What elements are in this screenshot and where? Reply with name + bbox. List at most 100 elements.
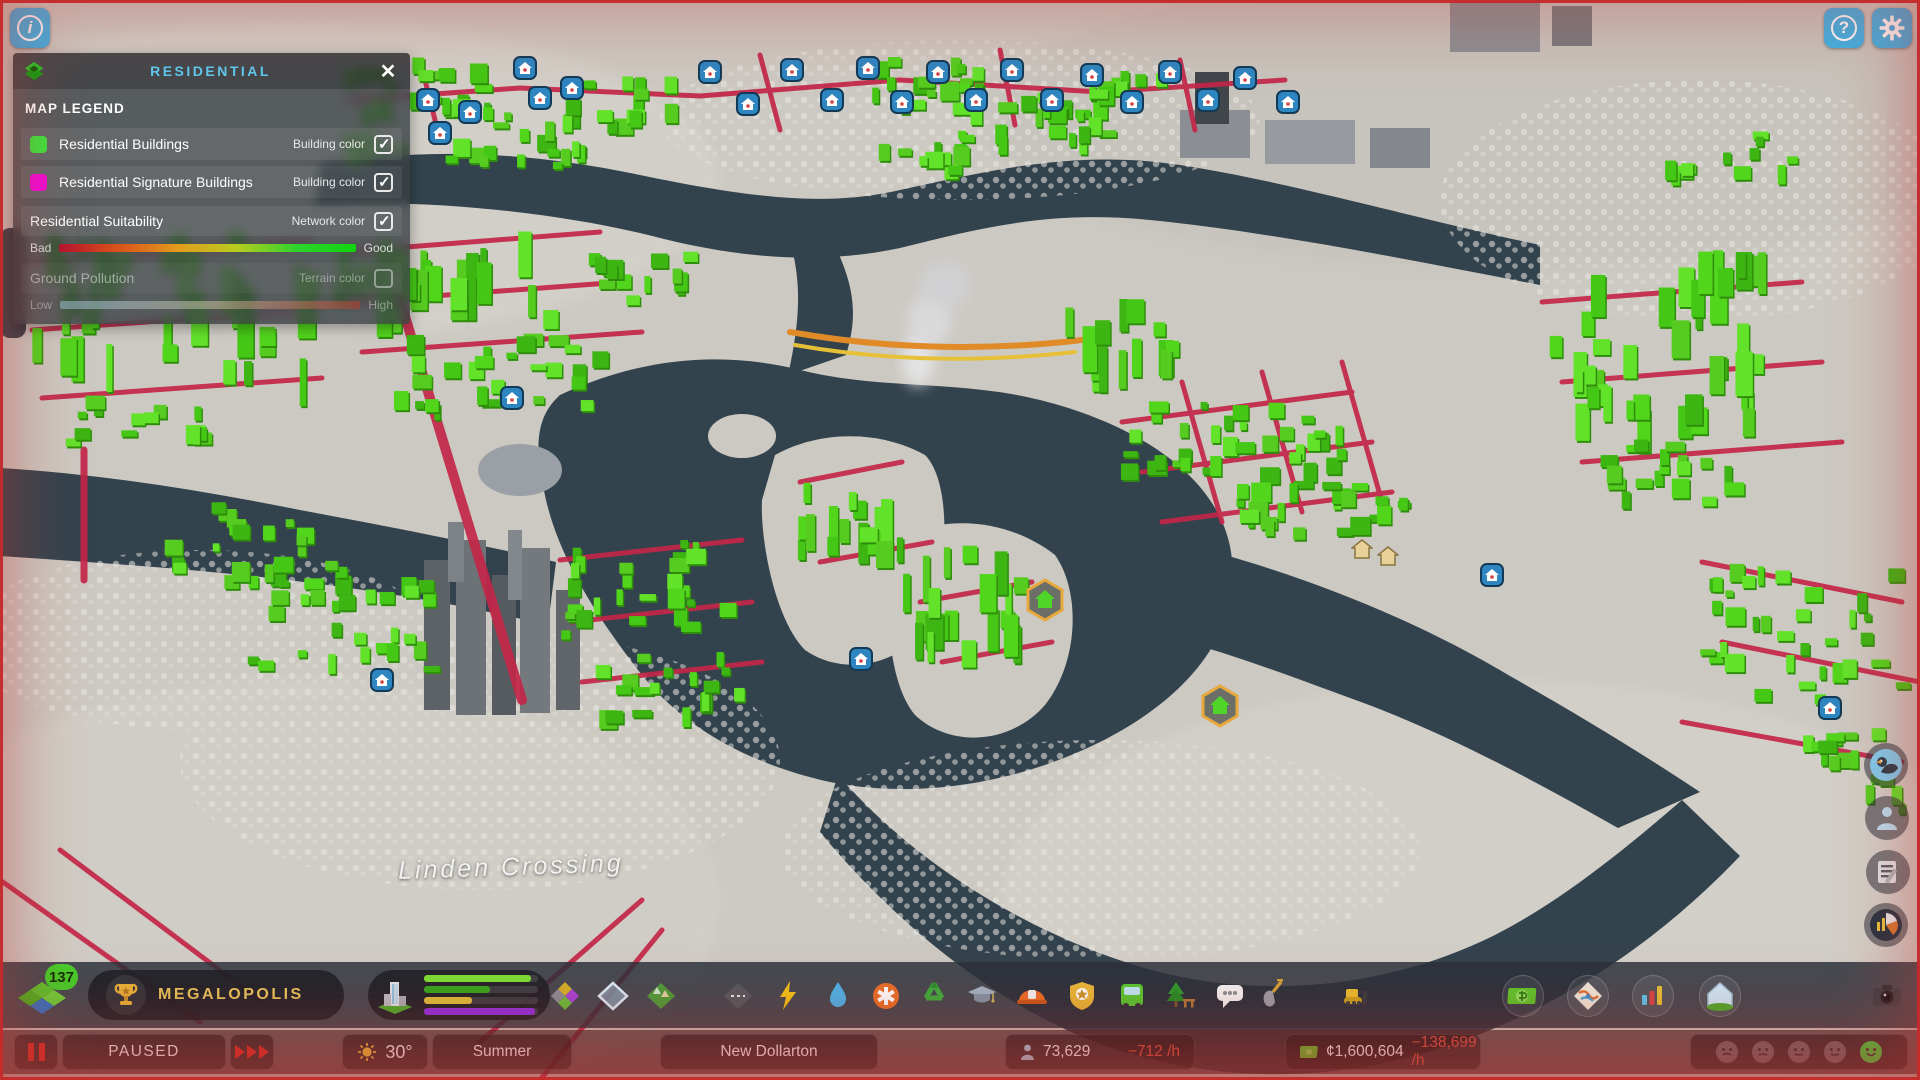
building-marker[interactable]	[1120, 90, 1144, 114]
landscaping-icon	[647, 983, 675, 1009]
building-marker[interactable]	[1480, 563, 1504, 587]
happy-face-icon	[1860, 1041, 1882, 1063]
tool-economy[interactable]	[1503, 976, 1543, 1016]
building-marker[interactable]	[1000, 58, 1024, 82]
season-display[interactable]: Summer	[432, 1034, 572, 1070]
police-icon	[1070, 982, 1094, 1010]
building-marker[interactable]	[1040, 88, 1064, 112]
legend-mode-label: Building color	[292, 175, 365, 189]
money-rate: −138,699 /h	[1411, 1034, 1477, 1069]
communications-icon	[1217, 985, 1243, 1008]
signature-checkbox[interactable]	[374, 172, 393, 192]
tool-water[interactable]	[818, 976, 858, 1016]
household-marker[interactable]	[1375, 546, 1401, 566]
unhappy-face-icon	[1716, 1041, 1738, 1063]
signature-building-marker[interactable]	[1200, 684, 1240, 728]
tool-police[interactable]	[1062, 976, 1102, 1016]
help-button[interactable]: ?	[1824, 8, 1864, 48]
building-marker[interactable]	[1276, 90, 1300, 114]
building-marker[interactable]	[560, 76, 584, 100]
xp-progress-pill[interactable]	[368, 970, 550, 1020]
tool-electricity[interactable]	[768, 976, 808, 1016]
xp-bar	[424, 975, 538, 982]
tool-education[interactable]	[962, 976, 1002, 1016]
sim-state[interactable]: PAUSED	[62, 1034, 226, 1070]
temperature-display[interactable]: 30°	[342, 1034, 428, 1070]
signature-building-marker[interactable]	[1025, 578, 1065, 622]
milestone-pill[interactable]: MEGALOPOLIS	[88, 970, 344, 1020]
game-viewport[interactable]: { "icons": { "info": "i", "help": "?", "…	[0, 0, 1920, 1080]
city-statistics-icon	[1642, 986, 1662, 1005]
legend-header: RESIDENTIAL ✕	[13, 53, 410, 89]
building-marker[interactable]	[964, 88, 988, 112]
chirper-button[interactable]	[1864, 743, 1908, 787]
building-marker[interactable]	[370, 668, 394, 692]
building-marker[interactable]	[500, 386, 524, 410]
tool-landscaping[interactable]	[641, 976, 681, 1016]
pause-button[interactable]	[14, 1034, 58, 1070]
building-marker[interactable]	[1196, 88, 1220, 112]
milestone-level[interactable]: 137	[14, 964, 78, 1024]
building-marker[interactable]	[736, 92, 760, 116]
money-value: ¢1,600,604	[1326, 1043, 1404, 1060]
building-marker[interactable]	[528, 86, 552, 110]
household-marker[interactable]	[1349, 539, 1375, 559]
tool-districts[interactable]	[593, 976, 633, 1016]
close-icon[interactable]: ✕	[376, 59, 400, 84]
journal-button[interactable]	[1866, 850, 1910, 894]
tool-transportation-overview[interactable]	[1568, 976, 1608, 1016]
unhappy-face-icon	[1824, 1041, 1846, 1063]
scale-min-label: Bad	[30, 241, 52, 255]
happiness-display[interactable]	[1690, 1034, 1908, 1070]
status-bar: PAUSED 30° Summer New Dollarton 73,629 −…	[0, 1030, 1920, 1074]
building-marker[interactable]	[926, 60, 950, 84]
population-display[interactable]: 73,629 −712 /h	[1005, 1034, 1195, 1070]
unhappy-face-icon	[1752, 1041, 1774, 1063]
building-marker[interactable]	[1818, 696, 1842, 720]
building-marker[interactable]	[458, 100, 482, 124]
building-marker[interactable]	[513, 56, 537, 80]
tool-bulldozer[interactable]	[1335, 976, 1375, 1016]
tool-healthcare[interactable]	[866, 976, 906, 1016]
building-marker[interactable]	[698, 60, 722, 84]
building-marker[interactable]	[890, 90, 914, 114]
scale-max-label: Good	[363, 241, 393, 255]
tool-garbage[interactable]	[914, 976, 954, 1016]
tool-transportation[interactable]	[1112, 976, 1152, 1016]
settings-button[interactable]	[1872, 8, 1912, 48]
tool-communications[interactable]	[1210, 976, 1250, 1016]
residential-checkbox[interactable]	[374, 134, 393, 154]
tool-roads[interactable]	[718, 976, 758, 1016]
xp-bar	[424, 1008, 538, 1015]
tool-photo-mode[interactable]	[1867, 976, 1907, 1016]
roads-icon	[724, 983, 752, 1009]
building-marker[interactable]	[1080, 63, 1104, 87]
trophy-icon	[114, 983, 138, 1005]
infoview-button[interactable]: i	[10, 8, 50, 48]
building-marker[interactable]	[428, 121, 452, 145]
city-statistics-button[interactable]	[1864, 903, 1908, 947]
building-marker[interactable]	[856, 56, 880, 80]
tool-info-views[interactable]	[1700, 976, 1740, 1016]
building-marker[interactable]	[780, 58, 804, 82]
building-marker[interactable]	[820, 88, 844, 112]
tool-parks-recreation[interactable]	[1161, 976, 1201, 1016]
pollution-gradient-bar	[60, 301, 361, 309]
residential-swatch	[30, 135, 47, 153]
building-marker[interactable]	[1158, 60, 1182, 84]
citizens-button[interactable]	[1865, 796, 1909, 840]
building-marker[interactable]	[1233, 66, 1257, 90]
parks-recreation-icon	[1167, 982, 1195, 1008]
pollution-checkbox[interactable]	[374, 268, 393, 288]
suitability-checkbox[interactable]	[374, 211, 393, 231]
fast-forward-button[interactable]	[230, 1034, 274, 1070]
city-name[interactable]: New Dollarton	[660, 1034, 878, 1070]
tool-fire-rescue[interactable]	[1012, 976, 1052, 1016]
tool-terraforming[interactable]	[1258, 976, 1298, 1016]
tool-zones[interactable]	[545, 976, 585, 1016]
tool-city-statistics[interactable]	[1633, 976, 1673, 1016]
journal-icon	[1878, 861, 1897, 884]
money-display[interactable]: ¢1,600,604 −138,699 /h	[1285, 1034, 1481, 1070]
building-marker[interactable]	[849, 647, 873, 671]
building-marker[interactable]	[416, 88, 440, 112]
